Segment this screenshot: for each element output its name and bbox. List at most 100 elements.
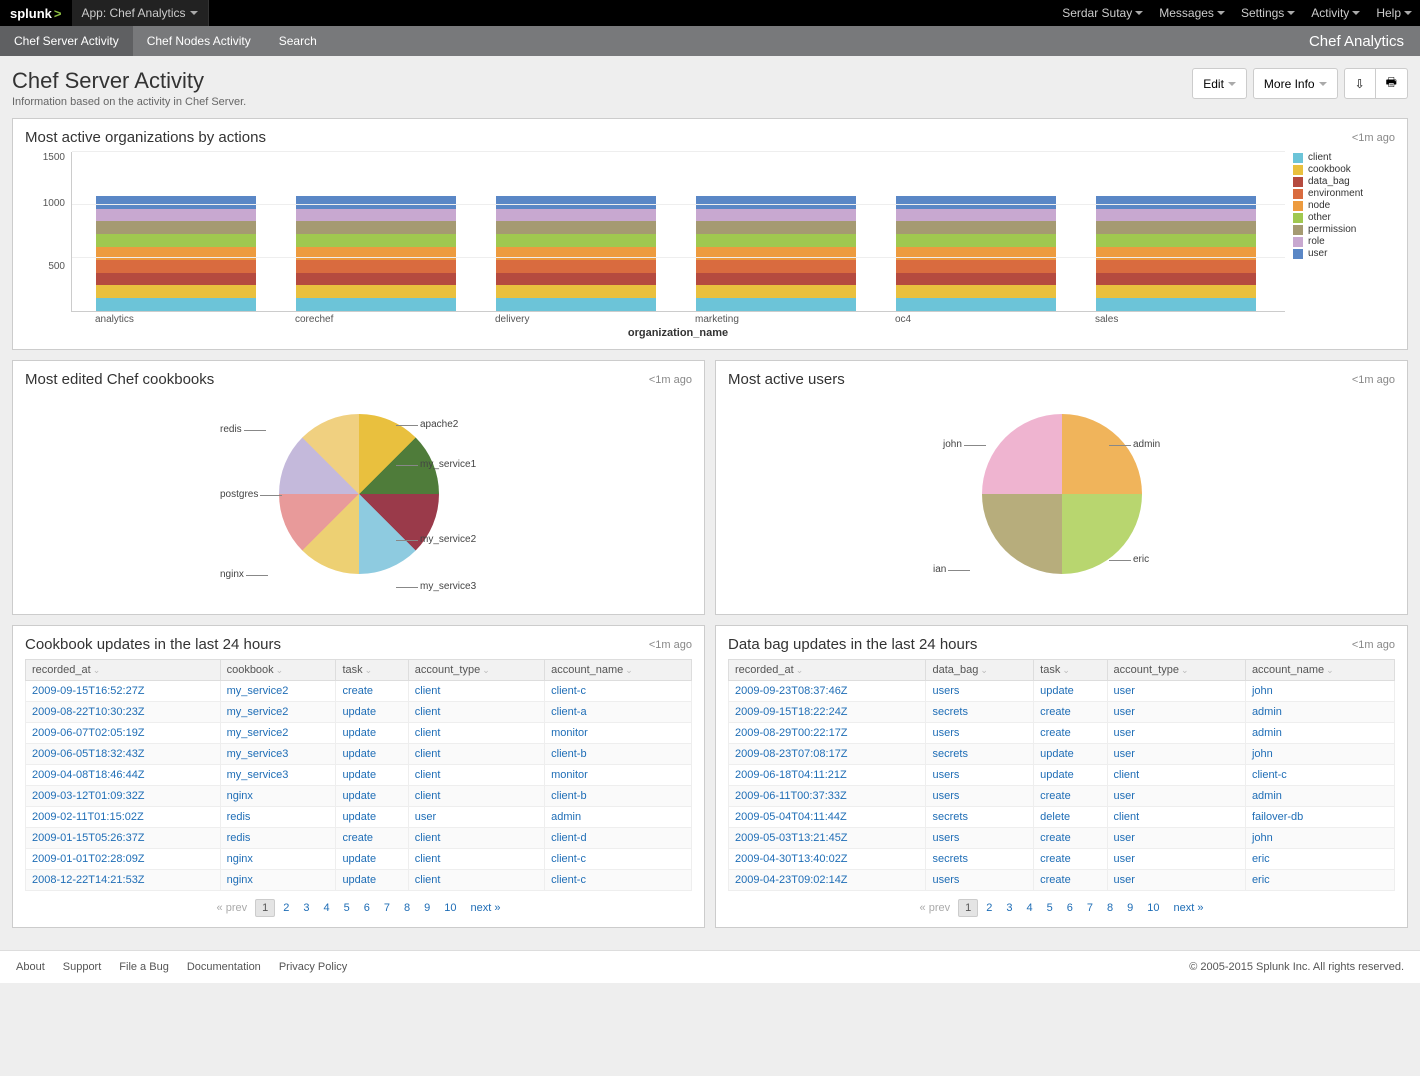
cell-link[interactable]: client-c [1252, 769, 1287, 781]
more-info-button[interactable]: More Info [1253, 68, 1338, 99]
cell-link[interactable]: 2009-04-30T13:40:02Z [735, 853, 848, 865]
cell-link[interactable]: users [932, 769, 959, 781]
cell-link[interactable]: 2009-08-23T07:08:17Z [735, 748, 848, 760]
cell-link[interactable]: 2009-06-11T00:37:33Z [735, 790, 847, 802]
cell-link[interactable]: my_service2 [227, 685, 289, 697]
cell-link[interactable]: 2009-08-29T00:22:17Z [735, 727, 848, 739]
nav-chef-nodes-activity[interactable]: Chef Nodes Activity [133, 26, 265, 56]
table-row[interactable]: 2009-06-18T04:11:21Zusersupdateclientcli… [729, 765, 1395, 786]
pager-page-10[interactable]: 10 [438, 900, 462, 916]
cell-link[interactable]: failover-db [1252, 811, 1303, 823]
bar-oc4[interactable] [896, 196, 1056, 311]
cell-link[interactable]: client-c [551, 874, 586, 886]
pager-page-3[interactable]: 3 [297, 900, 315, 916]
table-row[interactable]: 2009-04-30T13:40:02Zsecretscreateusereri… [729, 849, 1395, 870]
legend-role[interactable]: role [1293, 236, 1395, 247]
cell-link[interactable]: user [1114, 874, 1135, 886]
cell-link[interactable]: create [1040, 727, 1071, 739]
cell-link[interactable]: admin [1252, 706, 1282, 718]
pager-page-10[interactable]: 10 [1141, 900, 1165, 916]
pager-page-9[interactable]: 9 [418, 900, 436, 916]
cell-link[interactable]: 2009-06-07T02:05:19Z [32, 727, 145, 739]
pager-page-1[interactable]: 1 [255, 899, 275, 917]
cell-link[interactable]: user [1114, 706, 1135, 718]
cell-link[interactable]: nginx [227, 874, 253, 886]
cell-link[interactable]: secrets [932, 853, 967, 865]
cell-link[interactable]: my_service3 [227, 769, 289, 781]
col-account_type[interactable]: account_type⌄ [1107, 660, 1245, 681]
cell-link[interactable]: create [1040, 790, 1071, 802]
cell-link[interactable]: admin [1252, 727, 1282, 739]
cell-link[interactable]: user [1114, 727, 1135, 739]
cell-link[interactable]: 2009-09-15T16:52:27Z [32, 685, 145, 697]
table-row[interactable]: 2009-02-11T01:15:02Zredisupdateuseradmin [26, 807, 692, 828]
bar-marketing[interactable] [696, 196, 856, 311]
cell-link[interactable]: users [932, 790, 959, 802]
cell-link[interactable]: client-b [551, 748, 586, 760]
legend-cookbook[interactable]: cookbook [1293, 164, 1395, 175]
cell-link[interactable]: users [932, 685, 959, 697]
download-button[interactable] [1344, 68, 1376, 99]
col-task[interactable]: task⌄ [1034, 660, 1107, 681]
cell-link[interactable]: client-d [551, 832, 586, 844]
table-row[interactable]: 2009-06-11T00:37:33Zuserscreateuseradmin [729, 786, 1395, 807]
cell-link[interactable]: update [1040, 748, 1074, 760]
bar-corechef[interactable] [296, 196, 456, 311]
col-data_bag[interactable]: data_bag⌄ [926, 660, 1034, 681]
pager-page-5[interactable]: 5 [1041, 900, 1059, 916]
settings-menu[interactable]: Settings [1233, 0, 1303, 26]
cell-link[interactable]: users [932, 832, 959, 844]
bar-sales[interactable] [1096, 196, 1256, 311]
footer-link-privacy-policy[interactable]: Privacy Policy [279, 961, 347, 973]
cell-link[interactable]: 2009-09-23T08:37:46Z [735, 685, 848, 697]
table-row[interactable]: 2009-06-07T02:05:19Zmy_service2updatecli… [26, 723, 692, 744]
table-row[interactable]: 2009-09-15T18:22:24Z secrets create user adm… [729, 702, 1395, 723]
bar-analytics[interactable] [96, 196, 256, 311]
legend-client[interactable]: client [1293, 152, 1395, 163]
cell-link[interactable]: secrets [932, 748, 967, 760]
pager-prev[interactable]: « prev [914, 900, 957, 916]
cell-link[interactable]: client [1114, 811, 1140, 823]
cell-link[interactable]: secrets [932, 811, 967, 823]
col-account_name[interactable]: account_name⌄ [545, 660, 692, 681]
cell-link[interactable]: user [1114, 832, 1135, 844]
bar-delivery[interactable] [496, 196, 656, 311]
cell-link[interactable]: 2009-05-03T13:21:45Z [735, 832, 848, 844]
table-row[interactable]: 2009-01-01T02:28:09Znginxupdateclientcli… [26, 849, 692, 870]
table-row[interactable]: 2009-05-04T04:11:44Zsecretsdeleteclientf… [729, 807, 1395, 828]
cell-link[interactable]: client [415, 832, 441, 844]
cell-link[interactable]: client [1114, 769, 1140, 781]
cell-link[interactable]: user [1114, 748, 1135, 760]
cell-link[interactable]: create [1040, 853, 1071, 865]
pager-prev[interactable]: « prev [211, 900, 254, 916]
cell-link[interactable]: client-a [551, 706, 586, 718]
cell-link[interactable]: update [342, 853, 376, 865]
cell-link[interactable]: user [1114, 685, 1135, 697]
pager-page-2[interactable]: 2 [277, 900, 295, 916]
table-row[interactable]: 2009-04-23T09:02:14Zuserscreateusereric [729, 870, 1395, 891]
cell-link[interactable]: 2009-02-11T01:15:02Z [32, 811, 144, 823]
col-recorded_at[interactable]: recorded_at⌄ [26, 660, 221, 681]
legend-node[interactable]: node [1293, 200, 1395, 211]
cell-link[interactable]: eric [1252, 874, 1270, 886]
footer-link-support[interactable]: Support [63, 961, 102, 973]
col-cookbook[interactable]: cookbook⌄ [220, 660, 336, 681]
cell-link[interactable]: update [342, 748, 376, 760]
table-row[interactable]: 2009-08-29T00:22:17Zuserscreateuseradmin [729, 723, 1395, 744]
cell-link[interactable]: secrets [932, 706, 967, 718]
pager-page-8[interactable]: 8 [398, 900, 416, 916]
cell-link[interactable]: my_service2 [227, 706, 289, 718]
cell-link[interactable]: create [1040, 706, 1071, 718]
cell-link[interactable]: 2009-09-15T18:22:24Z [735, 706, 848, 718]
cell-link[interactable]: 2009-01-15T05:26:37Z [32, 832, 145, 844]
legend-permission[interactable]: permission [1293, 224, 1395, 235]
messages-menu[interactable]: Messages [1151, 0, 1233, 26]
cell-link[interactable]: user [1114, 790, 1135, 802]
cell-link[interactable]: update [342, 874, 376, 886]
cell-link[interactable]: monitor [551, 727, 588, 739]
legend-environment[interactable]: environment [1293, 188, 1395, 199]
table-row[interactable]: 2009-08-22T10:30:23Zmy_service2updatecli… [26, 702, 692, 723]
pager-page-8[interactable]: 8 [1101, 900, 1119, 916]
cell-link[interactable]: client-c [551, 685, 586, 697]
cell-link[interactable]: 2009-05-04T04:11:44Z [735, 811, 847, 823]
